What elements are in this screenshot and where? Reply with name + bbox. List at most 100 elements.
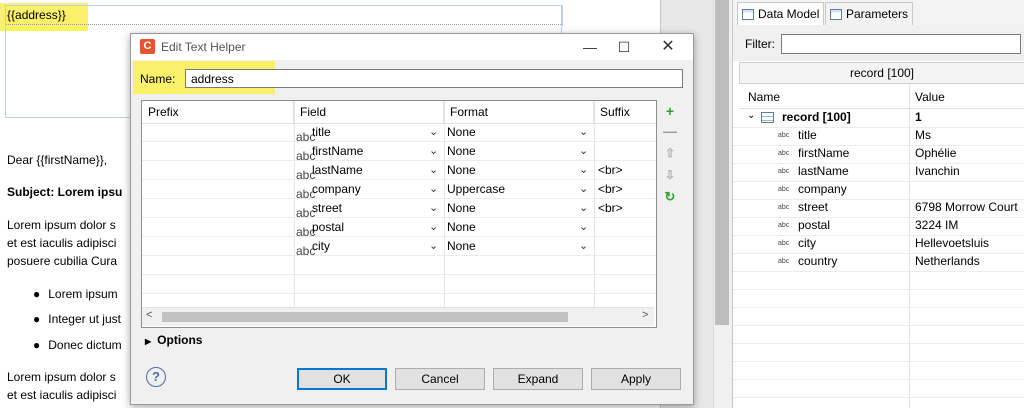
scroll-left-icon[interactable]: < <box>146 309 152 321</box>
field-name: city <box>798 236 816 250</box>
format-select[interactable]: None <box>447 123 476 142</box>
field-row[interactable]: abc company <box>733 181 1024 199</box>
chevron-down-icon[interactable]: ⌄ <box>429 199 438 218</box>
tab-data-model[interactable]: Data Model <box>737 2 825 25</box>
field-select[interactable]: firstName <box>312 142 363 161</box>
chevron-down-icon[interactable]: ⌄ <box>579 180 588 199</box>
field-select[interactable]: lastName <box>312 161 363 180</box>
add-icon[interactable]: + <box>663 104 677 118</box>
chevron-down-icon[interactable]: ⌄ <box>579 218 588 237</box>
dialog-title: Edit Text Helper <box>161 40 246 54</box>
column-value[interactable]: Value <box>915 90 945 104</box>
bullet-item: ● Donec dictum <box>33 338 122 352</box>
empty-row[interactable] <box>142 275 656 294</box>
format-select[interactable]: None <box>447 218 476 237</box>
scrollbar-thumb[interactable] <box>715 0 729 325</box>
chevron-down-icon[interactable]: ⌄ <box>429 180 438 199</box>
column-name[interactable]: Name <box>748 90 780 104</box>
field-select[interactable]: title <box>312 123 331 142</box>
data-model-panel: Data Model Parameters Filter: record [10… <box>732 0 1024 408</box>
name-input[interactable] <box>185 69 683 88</box>
chevron-down-icon[interactable]: ⌄ <box>579 199 588 218</box>
format-select[interactable]: None <box>447 237 476 256</box>
field-row[interactable]: abc title Ms <box>733 127 1024 145</box>
table-row[interactable]: abc lastName ⌄ None ⌄ <br> <box>142 161 656 182</box>
apply-button[interactable]: Apply <box>591 368 681 390</box>
table-row[interactable]: abc title ⌄ None ⌄ <box>142 123 656 144</box>
chevron-down-icon[interactable]: ⌄ <box>579 161 588 180</box>
field-row[interactable]: abc lastName Ivanchin <box>733 163 1024 181</box>
suffix-cell[interactable]: <br> <box>598 180 623 199</box>
cancel-button[interactable]: Cancel <box>395 368 485 390</box>
move-up-icon[interactable]: ⇧ <box>663 146 677 160</box>
expand-button[interactable]: Expand <box>493 368 583 390</box>
column-field[interactable]: Field <box>294 101 444 123</box>
paragraph-line: Lorem ipsum dolor s <box>7 218 116 232</box>
scroll-right-icon[interactable]: > <box>642 309 648 321</box>
column-format[interactable]: Format <box>444 101 594 123</box>
chevron-down-icon[interactable]: ⌄ <box>429 218 438 237</box>
frame-left-edge <box>5 5 6 117</box>
address-placeholder[interactable]: {{address}} <box>7 8 66 22</box>
chevron-down-icon[interactable]: ⌄ <box>429 142 438 161</box>
tab-label: Parameters <box>846 7 909 21</box>
field-select[interactable]: postal <box>312 218 344 237</box>
chevron-down-icon[interactable]: ⌄ <box>429 237 438 256</box>
field-row[interactable]: abc street 6798 Morrow Court <box>733 199 1024 217</box>
field-row[interactable]: abc postal 3224 IM <box>733 217 1024 235</box>
tree-root-row[interactable]: ⌄ record [100] 1 <box>733 109 1024 127</box>
field-value: Ophélie <box>915 146 957 160</box>
paragraph-line: et est iaculis adipisci <box>7 388 117 402</box>
field-name: street <box>798 200 829 214</box>
data-model-icon <box>742 8 754 20</box>
empty-row[interactable] <box>142 256 656 275</box>
move-down-icon[interactable]: ⇩ <box>663 168 677 182</box>
field-select[interactable]: city <box>312 237 330 256</box>
format-select[interactable]: None <box>447 161 476 180</box>
field-row[interactable]: abc country Netherlands <box>733 253 1024 271</box>
suffix-cell[interactable]: <br> <box>598 199 623 218</box>
minimize-icon[interactable]: — <box>573 36 607 58</box>
table-row[interactable]: abc street ⌄ None ⌄ <br> <box>142 199 656 220</box>
ok-button[interactable]: OK <box>297 368 387 390</box>
suffix-cell[interactable]: <br> <box>598 161 623 180</box>
tab-parameters[interactable]: Parameters <box>825 2 914 25</box>
help-icon[interactable]: ? <box>146 367 166 387</box>
format-select[interactable]: Uppercase <box>447 180 505 199</box>
field-value: Netherlands <box>915 254 980 268</box>
field-select[interactable]: street <box>312 199 342 218</box>
filter-input[interactable] <box>781 34 1021 54</box>
address-frame <box>5 5 563 26</box>
column-prefix[interactable]: Prefix <box>142 101 294 123</box>
chevron-down-icon[interactable]: ⌄ <box>429 161 438 180</box>
dialog-titlebar[interactable]: C Edit Text Helper — ☐ ✕ <box>131 34 693 60</box>
table-row[interactable]: abc city ⌄ None ⌄ <box>142 237 656 258</box>
table-row[interactable]: abc postal ⌄ None ⌄ <box>142 218 656 239</box>
format-select[interactable]: None <box>447 142 476 161</box>
field-select[interactable]: company <box>312 180 361 199</box>
root-value: 1 <box>915 110 922 124</box>
field-row[interactable]: abc city Hellevoetsluis <box>733 235 1024 253</box>
table-row[interactable]: abc firstName ⌄ None ⌄ <box>142 142 656 163</box>
format-select[interactable]: None <box>447 199 476 218</box>
chevron-down-icon[interactable]: ⌄ <box>579 123 588 142</box>
chevron-down-icon[interactable]: ⌄ <box>579 142 588 161</box>
field-value: Ms <box>915 128 931 142</box>
field-row[interactable]: abc firstName Ophélie <box>733 145 1024 163</box>
chevron-down-icon[interactable]: ⌄ <box>579 237 588 256</box>
text-field-icon: abc <box>778 132 790 139</box>
maximize-icon[interactable]: ☐ <box>607 36 641 58</box>
chevron-down-icon[interactable]: ⌄ <box>429 123 438 142</box>
paragraph-line: Lorem ipsum dolor s <box>7 370 116 384</box>
close-icon[interactable]: ✕ <box>651 36 685 58</box>
refresh-icon[interactable]: ↻ <box>663 190 677 204</box>
horizontal-scrollbar[interactable]: < > <box>142 307 654 326</box>
remove-icon[interactable]: — <box>663 124 677 138</box>
column-suffix[interactable]: Suffix <box>594 101 656 123</box>
chevron-down-icon[interactable]: ⌄ <box>747 110 755 121</box>
bullet-dot: ● <box>33 287 41 301</box>
table-row[interactable]: abc company ⌄ Uppercase ⌄ <br> <box>142 180 656 201</box>
options-toggle[interactable]: ▶ Options <box>145 333 202 347</box>
scrollbar-thumb[interactable] <box>162 312 568 322</box>
tab-label: Data Model <box>758 7 820 21</box>
